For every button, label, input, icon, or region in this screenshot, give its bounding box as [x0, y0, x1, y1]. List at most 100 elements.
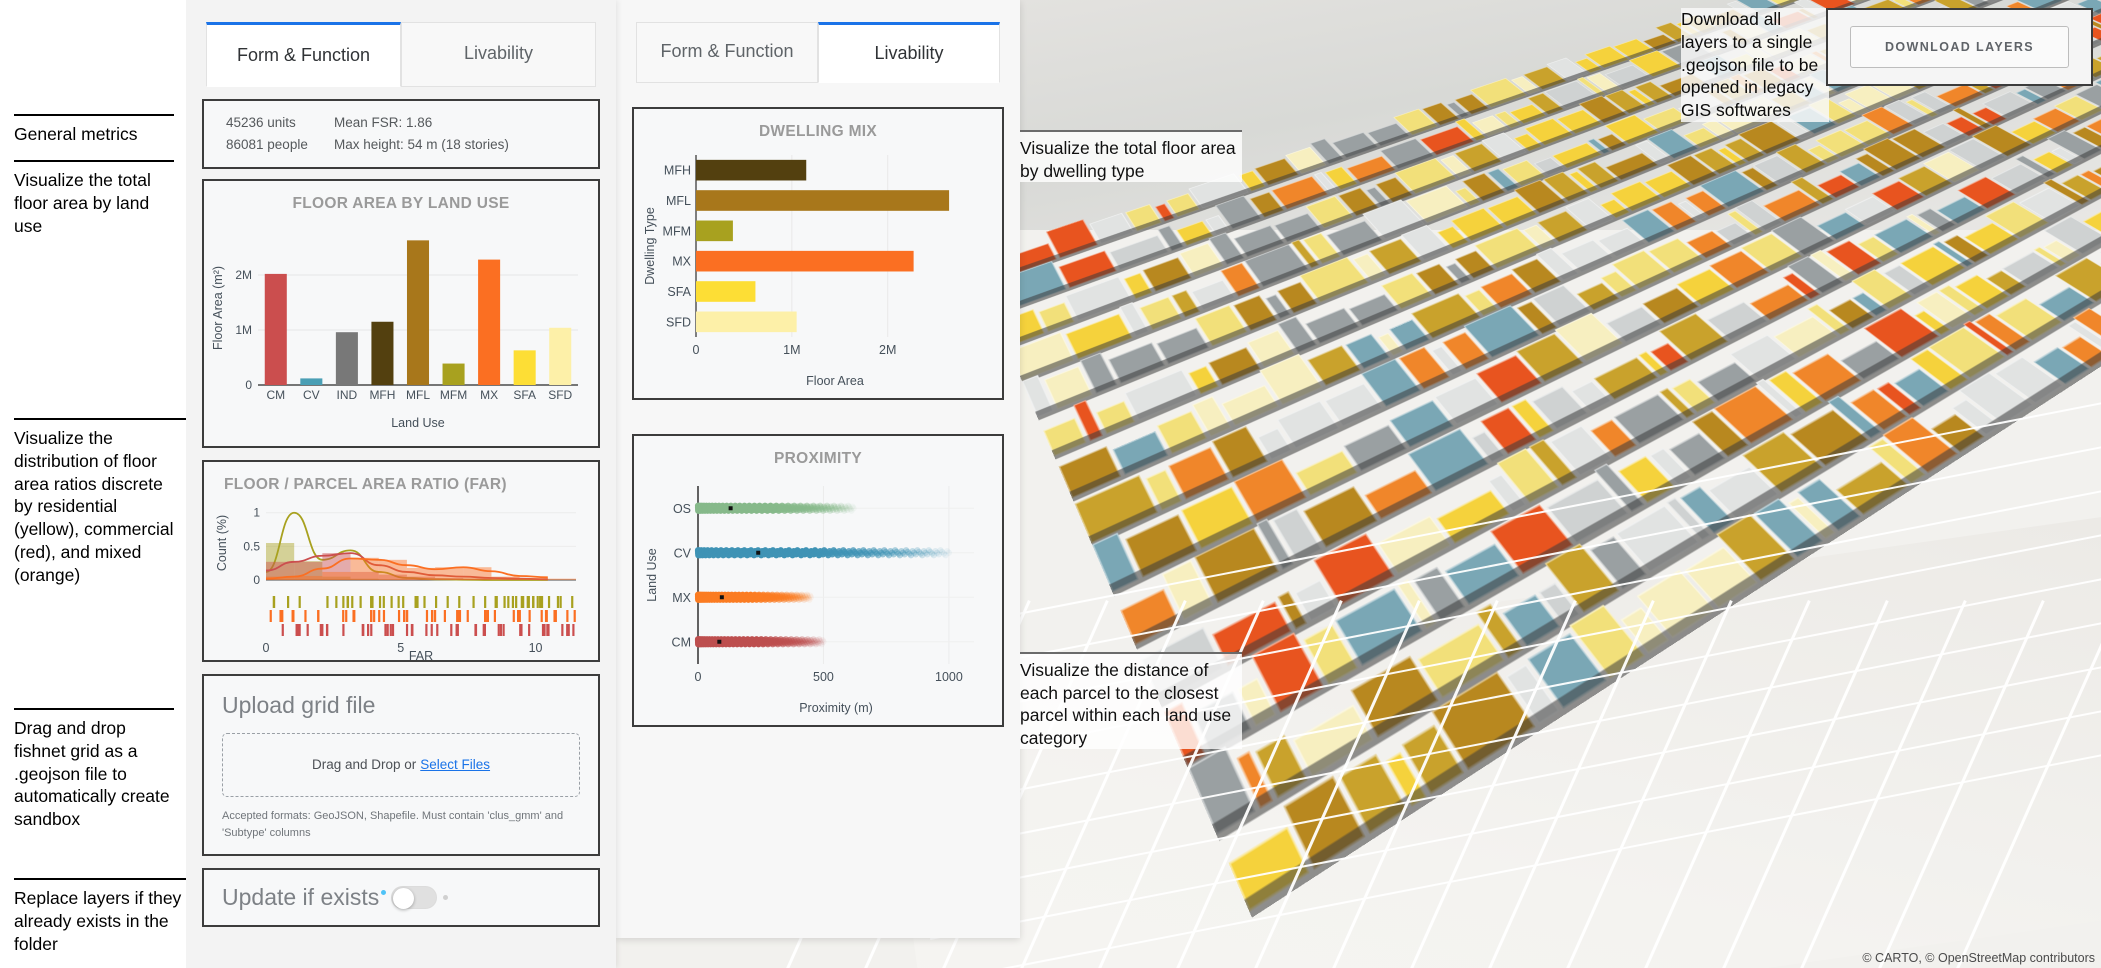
- y-axis-label: Land Use: [645, 548, 659, 602]
- file-dropzone[interactable]: Drag and Drop or Select Files: [222, 732, 580, 797]
- xtick-label: 500: [813, 670, 834, 684]
- xtick-label: 0: [693, 343, 700, 357]
- xtick-label-ind: IND: [337, 388, 358, 402]
- annotation-upload-grid: Drag and drop fishnet grid as a .geojson…: [14, 708, 174, 831]
- bar-sfa: [513, 350, 536, 385]
- dwelling-mix-plot: 0 1M 2M MFH MFL MFM MX SFA SFD Floor Area Dwelling…: [643, 155, 950, 388]
- update-if-exists-card[interactable]: Update if exists: [202, 867, 600, 927]
- hist-bar-mixed: [519, 577, 548, 580]
- annotation-dwelling-mix: Visualize the total floor area by dwelli…: [1020, 130, 1242, 183]
- xtick-label: 2M: [879, 343, 896, 357]
- xtick-label-cm: CM: [266, 388, 285, 402]
- xtick-label-mfh: MFH: [369, 388, 395, 402]
- ytick-label: 0: [245, 378, 252, 392]
- bar-sfd: [696, 311, 797, 333]
- annotation-general-metrics: General metrics: [14, 114, 174, 146]
- x-axis-label: Floor Area: [806, 374, 864, 388]
- xtick-label: 1000: [935, 670, 963, 684]
- ytick-label: 0.5: [243, 539, 260, 553]
- xtick-label-sfd: SFD: [548, 388, 572, 402]
- panel-form-and-function[interactable]: Form & Function Livability 45236 units 8…: [186, 0, 616, 968]
- chart-title-floor-area: FLOOR AREA BY LAND USE: [292, 194, 510, 212]
- panel-livability[interactable]: Form & Function Livability DWELLING MIX …: [616, 0, 1020, 938]
- annotation-proximity: Visualize the distance of each parcel to…: [1020, 652, 1242, 750]
- map-attribution: © CARTO, © OpenStreetMap contributors: [1862, 951, 2095, 965]
- bar-mfh: [371, 321, 394, 385]
- ytick-label-sfd: SFD: [666, 315, 691, 329]
- floor-area-plot: 0 1M 2M CM CV IND MFH MFL MFM MX SFA SFD Land Use Flo…: [211, 240, 578, 430]
- xtick-label: 0: [263, 641, 270, 655]
- tab-livability-left[interactable]: Livability: [401, 22, 596, 87]
- point-cm: [820, 638, 827, 645]
- ytick-label-mfh: MFH: [664, 164, 691, 178]
- tab-form-and-function-right[interactable]: Form & Function: [636, 22, 818, 83]
- xtick-label: 10: [529, 641, 543, 655]
- point-mx: [807, 594, 815, 601]
- bar-ind: [335, 331, 358, 385]
- chart-floor-area-by-land-use[interactable]: FLOOR AREA BY LAND USE 0 1M 2M CM CV IND MFH MF…: [202, 178, 600, 448]
- xtick-label: 5: [397, 641, 404, 655]
- x-axis-label: Proximity (m): [799, 701, 873, 715]
- bar-mfl: [406, 240, 430, 385]
- chart-dwelling-mix[interactable]: DWELLING MIX 0 1M 2M MFH MFL MFM MX SFA SFD Floor…: [632, 107, 1004, 400]
- x-axis-label: Land Use: [391, 416, 445, 430]
- bar-cv: [300, 378, 323, 385]
- tab-form-and-function-left[interactable]: Form & Function: [206, 22, 401, 87]
- bar-mx: [696, 250, 914, 272]
- update-if-exists-label: Update if exists: [222, 883, 380, 910]
- download-layers-button[interactable]: DOWNLOAD LAYERS: [1849, 26, 2069, 68]
- select-files-link[interactable]: Select Files: [420, 757, 490, 772]
- y-axis-label: Dwelling Type: [643, 207, 657, 285]
- hist-bar-mixed: [350, 557, 379, 580]
- metrics-column-form: Mean FSR: 1.86 Max height: 54 m (18 stor…: [334, 112, 509, 156]
- download-layers-card[interactable]: DOWNLOAD LAYERS: [1825, 8, 2093, 86]
- ytick-label-os: OS: [673, 502, 691, 516]
- xtick-label-mfl: MFL: [406, 388, 430, 402]
- median-marker-cm: [717, 639, 722, 644]
- proximity-plot: 0 500 1000 OS CV MX CM Proximity (m) Land Use: [645, 486, 974, 715]
- bar-mfm: [696, 220, 733, 242]
- ytick-label-cm: CM: [672, 635, 691, 649]
- ytick-label: 1M: [235, 323, 252, 337]
- metric-units: 45236 units: [226, 115, 296, 130]
- switch-knob: [393, 887, 415, 909]
- xtick-label-mx: MX: [480, 388, 498, 402]
- chart-far[interactable]: FLOOR / PARCEL AREA RATIO (FAR) 0 0.5 1 0 5 1…: [202, 459, 600, 663]
- ytick-label: 0: [253, 573, 260, 587]
- chart-title-dwelling-mix: DWELLING MIX: [758, 123, 878, 140]
- toggle-dot-left-icon: [381, 889, 387, 895]
- annotation-far-distribution: Visualize the distribution of floor area…: [14, 418, 186, 586]
- tabbar-left: Form & Function Livability: [206, 22, 596, 87]
- chart-title-proximity: PROXIMITY: [774, 450, 862, 467]
- metric-people: 86081 people: [226, 136, 308, 152]
- tabbar-right: Form & Function Livability: [636, 22, 1000, 83]
- dropzone-text: Drag and Drop or: [311, 757, 417, 773]
- metrics-column-counts: 45236 units 86081 people: [226, 112, 334, 156]
- median-marker-cv: [756, 550, 761, 555]
- tab-livability-right[interactable]: Livability: [818, 22, 1000, 83]
- xtick-label: 1M: [783, 343, 800, 357]
- xtick-label-mfm: MFM: [440, 388, 467, 402]
- update-if-exists-switch[interactable]: [391, 885, 438, 909]
- hist-bar-mixed: [491, 576, 520, 580]
- bar-cm: [264, 273, 287, 385]
- annotation-download-layers: Download all layers to a single .geojson…: [1681, 8, 1829, 122]
- bar-mfm: [442, 363, 465, 385]
- upload-grid-file-card[interactable]: Upload grid file Drag and Drop or Select…: [202, 673, 600, 856]
- ytick-label: 1: [253, 505, 260, 519]
- ytick-label-mx: MX: [672, 255, 691, 269]
- xtick-label: 0: [695, 670, 702, 684]
- toggle-dot-right-icon: [443, 894, 449, 900]
- hist-bar-mixed: [322, 571, 351, 580]
- metric-mean-fsr: Mean FSR: 1.86: [334, 115, 433, 130]
- bar-sfd: [549, 327, 572, 385]
- ytick-label-mfl: MFL: [666, 194, 691, 208]
- ytick-label-sfa: SFA: [667, 285, 691, 299]
- annotation-column-left: General metrics Visualize the total floo…: [0, 0, 186, 968]
- chart-proximity[interactable]: PROXIMITY 0 500 1000 OS CV MX CM Proximity (m) L…: [632, 434, 1004, 727]
- xtick-label-cv: CV: [303, 388, 320, 402]
- annotation-floor-area-land-use: Visualize the total floor area by land u…: [14, 160, 174, 237]
- bar-sfa: [696, 281, 756, 302]
- metric-max-height: Max height: 54 m (18 stories): [334, 136, 509, 152]
- y-axis-label: Count (%): [215, 515, 229, 571]
